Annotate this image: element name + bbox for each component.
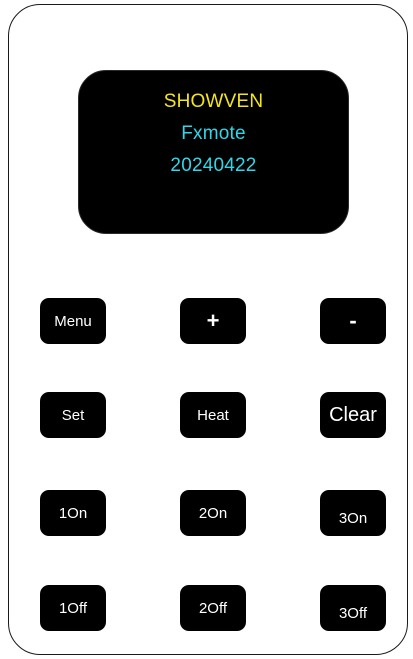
display-version-text: 20240422	[170, 155, 257, 176]
display-model-text: Fxmote	[181, 123, 246, 144]
menu-button[interactable]: Menu	[40, 298, 106, 344]
on-3-button[interactable]: 3On	[320, 490, 386, 536]
minus-button[interactable]: -	[320, 298, 386, 344]
set-button-label: Set	[61, 406, 85, 424]
plus-button-label: +	[206, 308, 220, 333]
on-2-button[interactable]: 2On	[180, 490, 246, 536]
heat-button-label: Heat	[197, 406, 229, 424]
on-2-button-label: 2On	[198, 504, 228, 522]
off-2-button[interactable]: 2Off	[180, 585, 246, 631]
on-1-button-label: 1On	[58, 504, 88, 522]
display-brand-text: SHOWVEN	[163, 91, 264, 112]
on-1-button[interactable]: 1On	[40, 490, 106, 536]
off-2-button-label: 2Off	[198, 599, 228, 617]
on-3-button-label: 3On	[338, 510, 368, 527]
off-1-button-label: 1Off	[58, 599, 88, 617]
heat-button[interactable]: Heat	[180, 392, 246, 438]
clear-button[interactable]: Clear	[320, 392, 386, 438]
off-3-button[interactable]: 3Off	[320, 585, 386, 631]
clear-button-label: Clear	[329, 403, 377, 426]
set-button[interactable]: Set	[40, 392, 106, 438]
menu-button-label: Menu	[54, 312, 92, 330]
off-3-button-label: 3Off	[338, 605, 368, 622]
minus-button-label: -	[349, 308, 357, 333]
off-1-button[interactable]: 1Off	[40, 585, 106, 631]
oled-display: SHOWVEN Fxmote 20240422	[78, 70, 349, 234]
plus-button[interactable]: +	[180, 298, 246, 344]
